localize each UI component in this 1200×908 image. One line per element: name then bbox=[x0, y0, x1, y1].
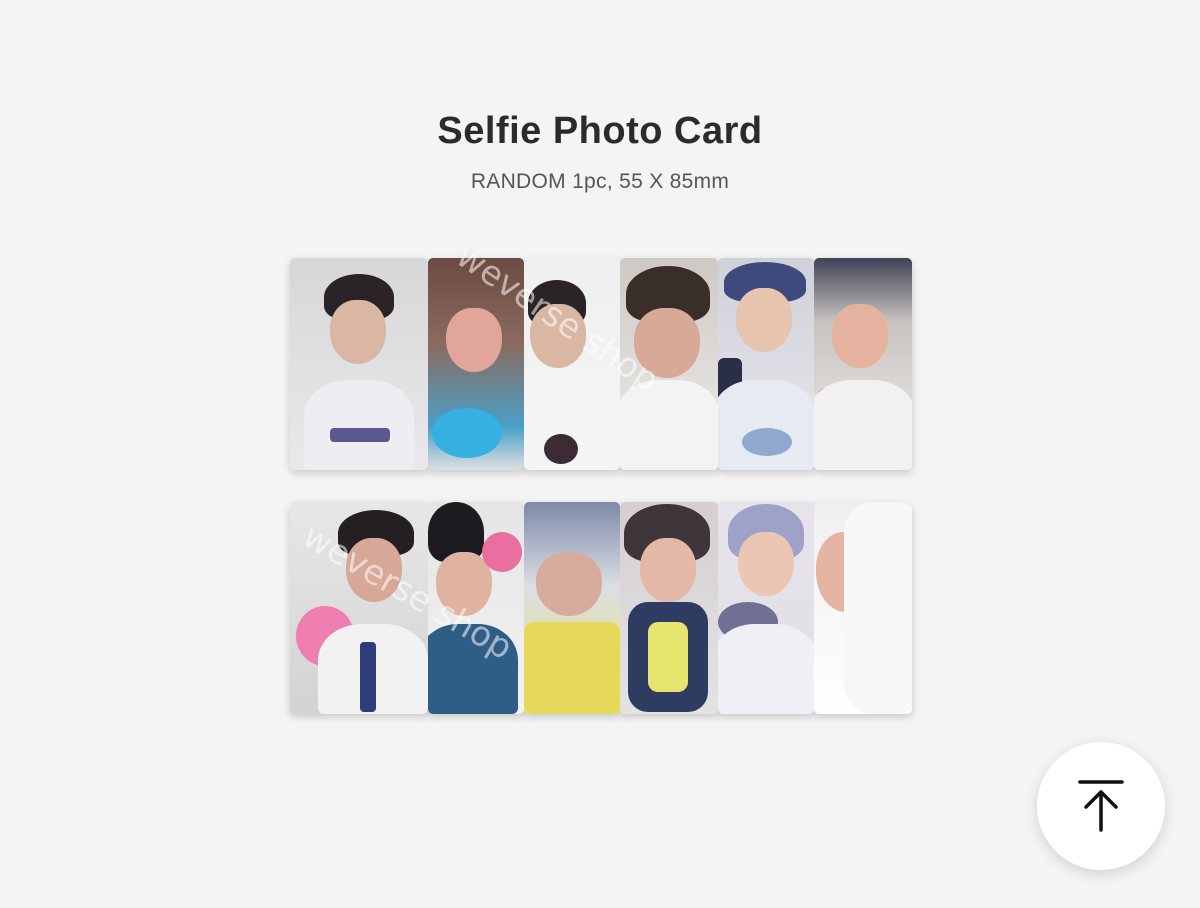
photo-card bbox=[620, 258, 718, 470]
photo-card bbox=[290, 502, 428, 714]
photo-card bbox=[428, 502, 524, 714]
photo-card-row-1: weverse shop bbox=[290, 236, 912, 470]
photo-card bbox=[428, 258, 524, 470]
section-title: Selfie Photo Card bbox=[437, 110, 763, 152]
product-detail-page: Selfie Photo Card RANDOM 1pc, 55 X 85mm bbox=[0, 0, 1200, 908]
photo-card bbox=[524, 502, 620, 714]
photo-card bbox=[718, 502, 814, 714]
section-subtitle: RANDOM 1pc, 55 X 85mm bbox=[470, 170, 730, 193]
arrow-up-to-top-icon bbox=[1078, 780, 1124, 832]
photo-card bbox=[814, 258, 912, 470]
photo-card bbox=[620, 502, 718, 714]
photo-card bbox=[718, 258, 814, 470]
photo-card-row-2: weverse shop bbox=[290, 502, 912, 714]
photo-card bbox=[290, 258, 428, 470]
photo-card bbox=[524, 258, 620, 470]
scroll-to-top-button[interactable] bbox=[1037, 742, 1165, 870]
photo-card bbox=[814, 502, 912, 714]
